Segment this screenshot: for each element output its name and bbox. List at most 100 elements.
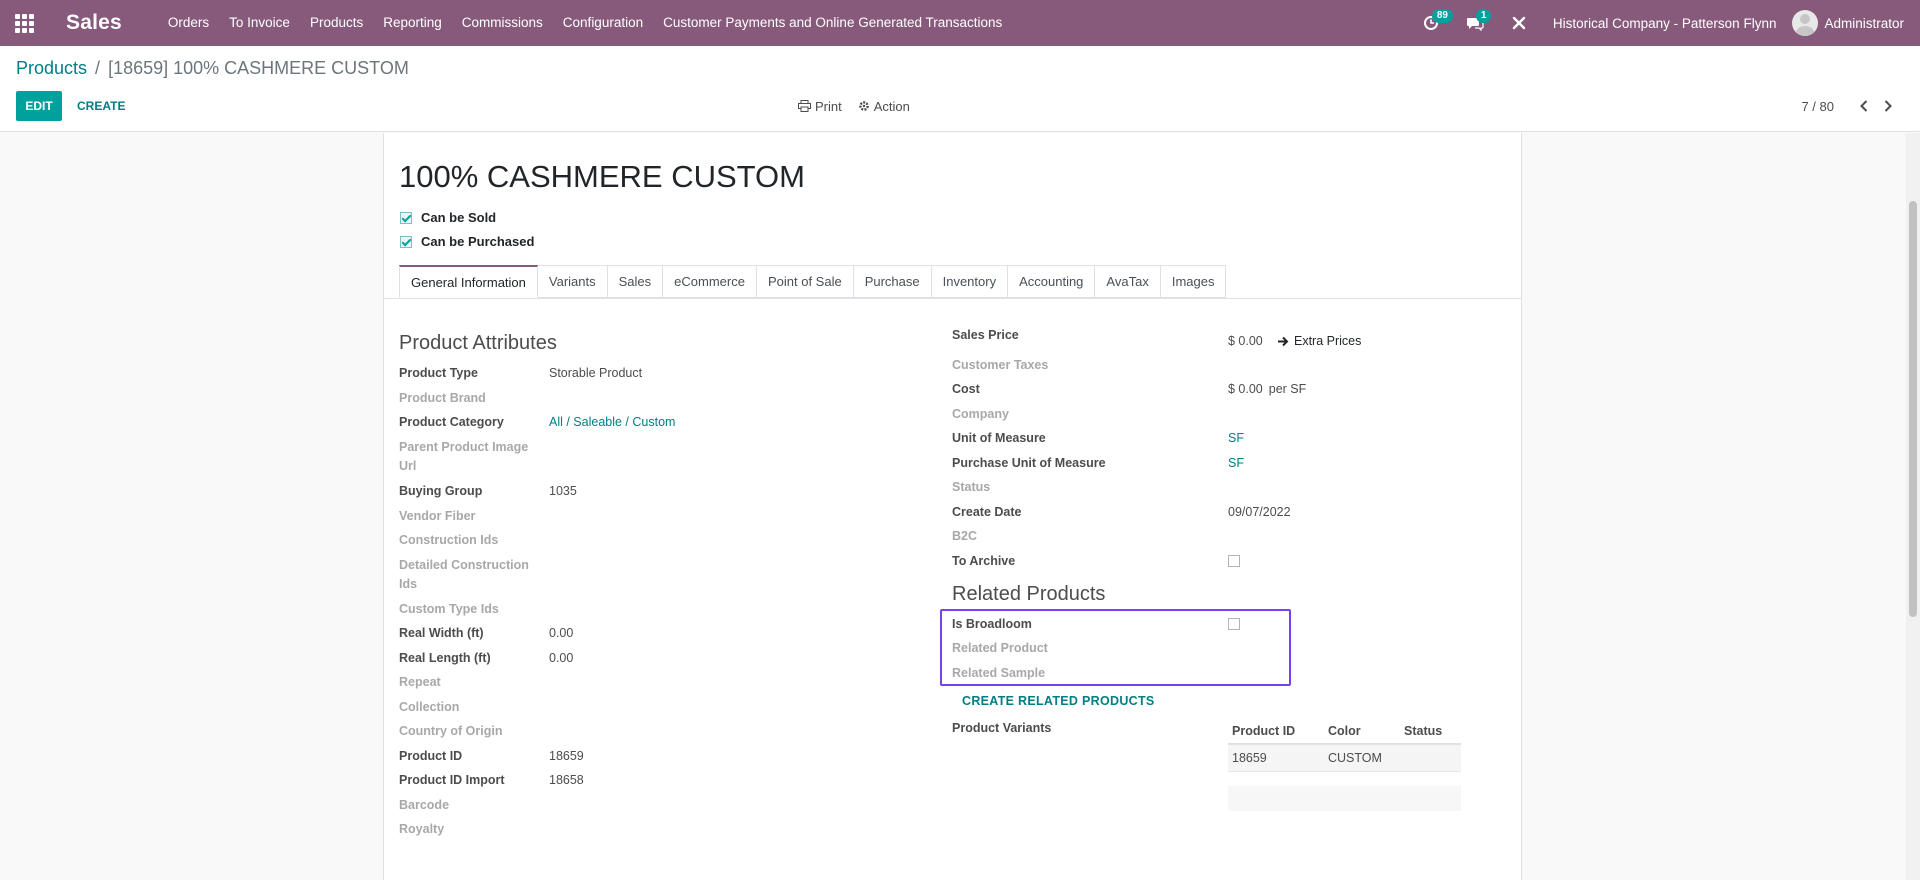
menu-item-orders[interactable]: Orders [158,0,219,46]
pager-previous-button[interactable] [1852,100,1876,112]
avatar [1792,10,1819,36]
breadcrumb-current: [18659] 100% CASHMERE CUSTOM [108,58,409,78]
extra-prices-button[interactable]: Extra Prices [1277,332,1361,350]
cell-color: CUSTOM [1328,751,1382,765]
product-category-link[interactable]: All / Saleable / Custom [549,413,675,431]
table-row[interactable]: 18659 CUSTOM [1228,745,1461,772]
tab-purchase[interactable]: Purchase [853,265,932,298]
vendor-fiber-label: Vendor Fiber [399,509,476,523]
product-type-label: Product Type [399,366,478,380]
unit-of-measure-link[interactable]: SF [1228,429,1244,447]
create-button[interactable]: CREATE [77,91,125,121]
parent-image-url-label-line1: Parent Product Image [399,440,529,454]
action-button[interactable]: Action [858,99,910,114]
menu-item-to-invoice[interactable]: To Invoice [219,0,300,46]
create-date-value: 09/07/2022 [1228,505,1291,519]
barcode-label: Barcode [399,798,450,812]
company-switcher[interactable]: Historical Company - Patterson Flynn [1541,16,1793,31]
message-count-badge: 1 [1475,9,1492,23]
customer-taxes-label: Customer Taxes [952,358,1049,372]
related-product-label: Related Product [952,641,1048,655]
pager-next-button[interactable] [1876,100,1900,112]
product-title: 100% CASHMERE CUSTOM [399,159,805,194]
detailed-construction-ids-label-line2: Ids [399,577,418,591]
app-name[interactable]: Sales [66,11,122,35]
real-width-label: Real Width (ft) [399,626,484,640]
purchase-uom-label: Purchase Unit of Measure [952,456,1106,470]
can-be-sold-label: Can be Sold [421,210,497,225]
menu-item-customer-payments[interactable]: Customer Payments and Online Generated T… [653,0,1012,46]
product-attributes-title: Product Attributes [399,332,557,354]
cost-label: Cost [952,382,980,396]
buying-group-label: Buying Group [399,484,483,498]
cell-product-id: 18659 [1232,751,1267,765]
tab-point-of-sale[interactable]: Point of Sale [756,265,854,298]
arrow-right-icon [1278,336,1289,346]
scrollbar-thumb[interactable] [1909,201,1917,617]
product-id-value: 18659 [549,749,584,763]
action-label: Action [873,98,910,114]
print-button[interactable]: Print [798,99,842,114]
column-header-status[interactable]: Status [1404,724,1461,738]
collection-label: Collection [399,700,460,714]
activity-menu[interactable]: 89 [1409,0,1453,46]
tab-accounting[interactable]: Accounting [1008,265,1096,298]
tab-sales[interactable]: Sales [607,265,664,298]
purchase-uom-link[interactable]: SF [1228,454,1244,472]
to-archive-label: To Archive [952,554,1016,568]
breadcrumb-products-link[interactable]: Products [16,58,87,78]
table-header: Product ID Color Status [1228,718,1461,745]
unit-of-measure-label: Unit of Measure [952,431,1046,445]
menu-item-products[interactable]: Products [300,0,373,46]
messaging-menu[interactable]: 1 [1453,0,1497,46]
create-related-products-button[interactable]: CREATE RELATED PRODUCTS [962,694,1155,708]
can-be-purchased-checkbox[interactable] [400,235,412,248]
company-label: Company [952,407,1009,421]
tab-variants[interactable]: Variants [537,265,608,298]
chevron-left-icon [1860,100,1868,112]
pager-value[interactable]: 7 / 80 [1801,99,1834,114]
form-sheet: 100% CASHMERE CUSTOM Can be Sold Can be … [383,133,1522,880]
table-empty-row [1228,786,1461,811]
tab-avatax[interactable]: AvaTax [1095,265,1161,298]
real-width-value: 0.00 [549,626,574,640]
product-brand-label: Product Brand [399,391,486,405]
edit-button[interactable]: EDIT [16,91,62,121]
can-be-sold-row: Can be Sold [400,210,496,225]
tab-inventory[interactable]: Inventory [931,265,1009,298]
top-navbar: Sales Orders To Invoice Products Reporti… [0,0,1920,46]
product-variants-table: Product ID Color Status 18659 CUSTOM [1228,718,1461,811]
menu-item-reporting[interactable]: Reporting [373,0,452,46]
column-header-product-id[interactable]: Product ID [1228,724,1328,738]
user-menu[interactable]: Administrator [1792,10,1920,36]
status-label: Status [952,480,991,494]
real-length-value: 0.00 [549,651,574,665]
tab-images[interactable]: Images [1160,265,1227,298]
construction-ids-label: Construction Ids [399,533,499,547]
to-archive-checkbox[interactable] [1228,555,1240,567]
tools-menu[interactable] [1497,0,1541,46]
menu-item-configuration[interactable]: Configuration [553,0,653,46]
detailed-construction-ids-label-line1: Detailed Construction [399,558,529,572]
control-panel: Products / [18659] 100% CASHMERE CUSTOM ED… [0,46,1920,132]
create-date-label: Create Date [952,505,1022,519]
cost-value: $ 0.00 per SF [1228,380,1306,398]
page-scrollbar[interactable] [1906,133,1920,880]
product-id-label: Product ID [399,749,463,763]
parent-image-url-label-line2: Url [399,459,417,473]
apps-menu-icon[interactable] [0,0,48,46]
can-be-sold-checkbox[interactable] [400,211,412,224]
product-variants-label: Product Variants [952,721,1052,735]
pager: 7 / 80 [1801,91,1900,121]
product-type-value: Storable Product [549,366,643,380]
tools-icon [1512,16,1526,30]
tab-general-information[interactable]: General Information [399,265,538,298]
column-header-color[interactable]: Color [1328,724,1404,738]
main-menu: Orders To Invoice Products Reporting Com… [158,0,1012,46]
tab-ecommerce[interactable]: eCommerce [663,265,757,298]
print-icon [798,100,811,112]
royalty-label: Royalty [399,822,445,836]
menu-item-commissions[interactable]: Commissions [452,0,553,46]
custom-type-ids-label: Custom Type Ids [399,602,499,616]
is-broadloom-checkbox[interactable] [1228,618,1240,630]
